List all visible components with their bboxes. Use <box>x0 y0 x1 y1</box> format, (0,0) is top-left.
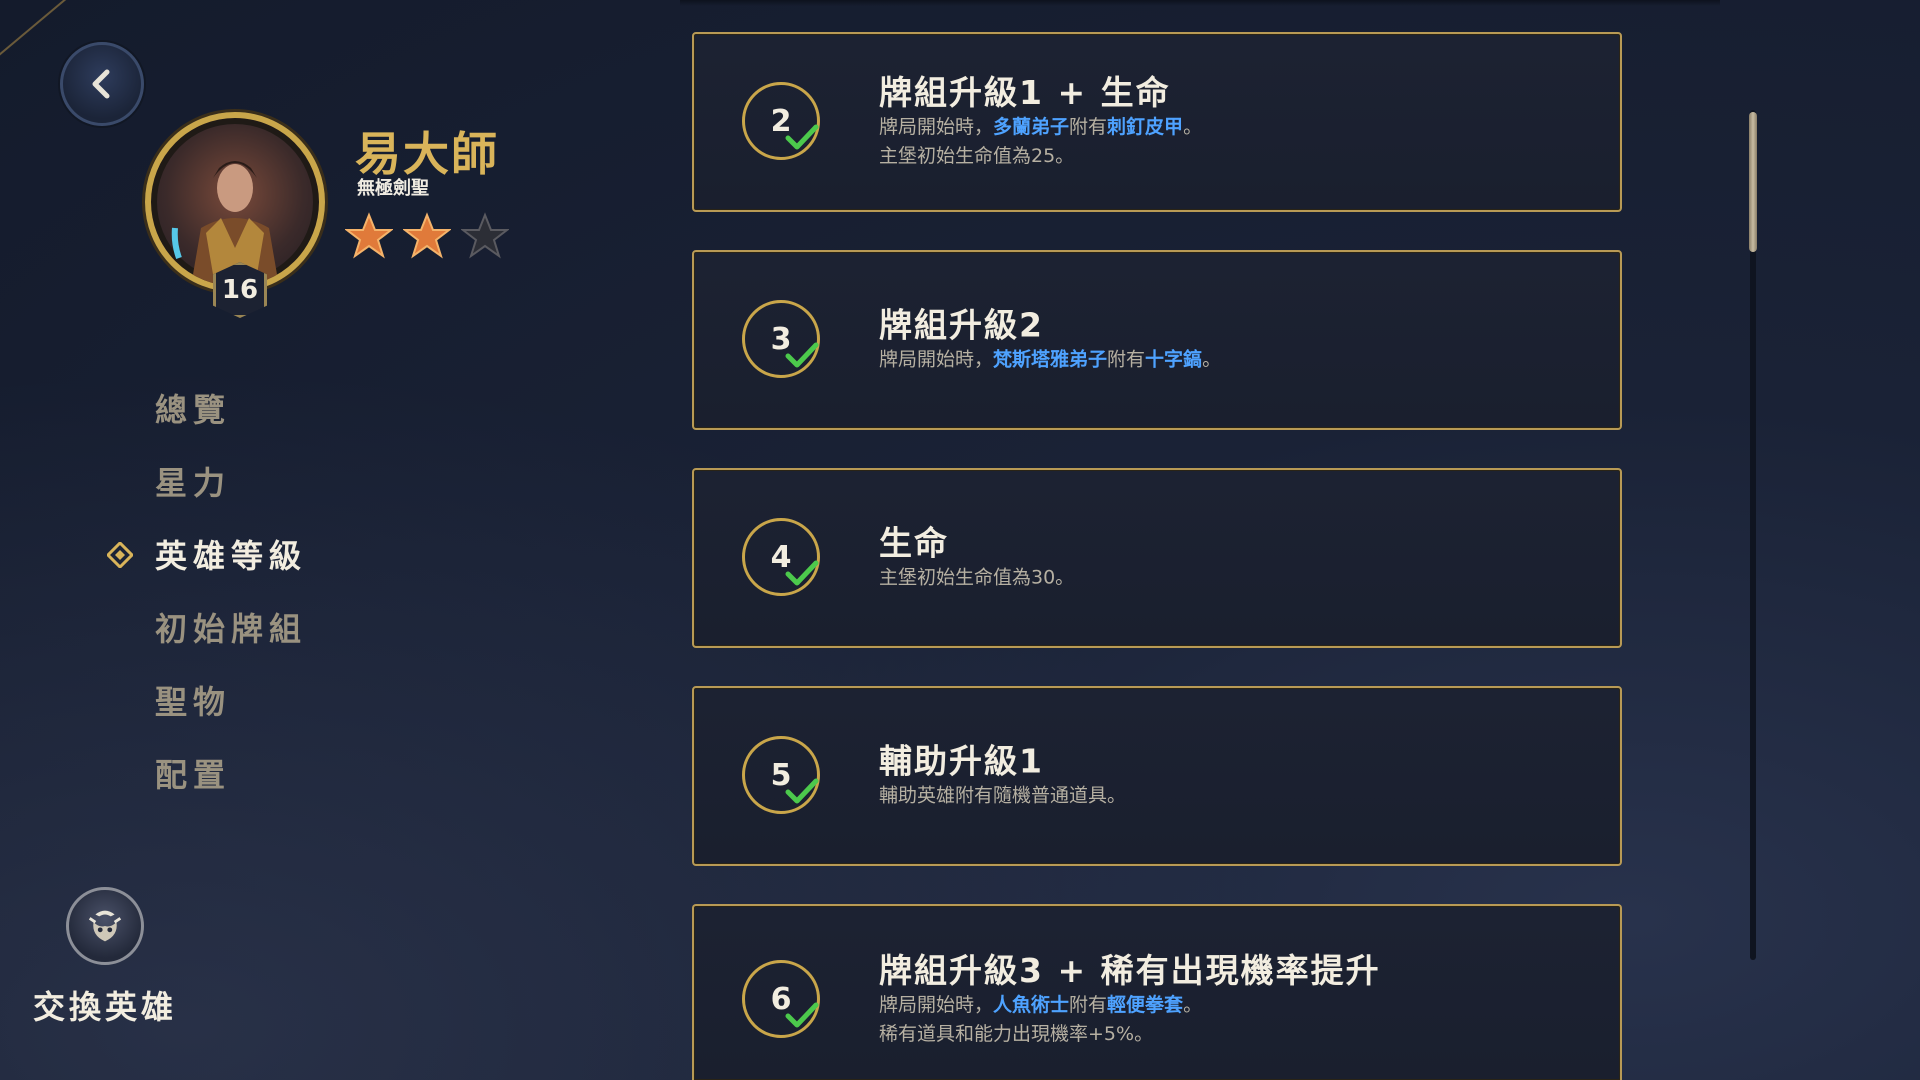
nav-item-label: 聖物 <box>155 683 232 721</box>
nav-item-label: 初始牌組 <box>155 610 308 648</box>
star-filled-icon <box>403 212 451 259</box>
back-button[interactable] <box>60 42 144 126</box>
star-filled-icon <box>345 212 393 259</box>
nav-item-hero-level[interactable]: 英雄等級 <box>107 536 308 609</box>
nav-item-label: 星力 <box>155 464 232 502</box>
reward-description: 牌局開始時，梵斯塔雅弟子附有十字鎬。 <box>879 348 1222 371</box>
reward-title: 牌組升級2 <box>879 305 1044 345</box>
level-reward-card: 3 牌組升級2 牌局開始時，梵斯塔雅弟子附有十字鎬。 <box>692 250 1622 430</box>
star-rating <box>345 212 509 260</box>
nav-item-label: 配置 <box>155 756 232 794</box>
hero-portrait-art <box>171 161 279 286</box>
reward-description-2: 主堡初始生命值為25。 <box>879 145 1075 167</box>
level-reward-card: 2 牌組升級1 + 生命 牌局開始時，多蘭弟子附有刺釘皮甲。 主堡初始生命值為2… <box>692 32 1622 212</box>
keyword-link[interactable]: 刺釘皮甲 <box>1107 116 1183 138</box>
keyword-link[interactable]: 梵斯塔雅弟子 <box>993 349 1107 371</box>
checkmark-icon <box>785 342 819 368</box>
top-frame-shadow <box>680 0 1720 6</box>
level-reward-card: 6 牌組升級3 + 稀有出現機率提升 牌局開始時，人魚術士附有輕便拳套。 稀有道… <box>692 904 1622 1080</box>
checkmark-icon <box>785 124 819 150</box>
reward-description: 牌局開始時，多蘭弟子附有刺釘皮甲。 <box>879 116 1203 138</box>
hero-subtitle: 無極劍聖 <box>357 178 429 199</box>
nav-item-loadout[interactable]: 配置 <box>155 755 307 828</box>
swap-hero-icon <box>88 910 122 942</box>
keyword-link[interactable]: 人魚術士 <box>993 994 1069 1016</box>
reward-title: 牌組升級3 + 稀有出現機率提升 <box>879 951 1381 990</box>
swap-hero-button[interactable] <box>66 887 144 965</box>
reward-title: 牌組升級1 + 生命 <box>879 73 1171 112</box>
level-reward-card: 5 輔助升級1 輔助英雄附有隨機普通道具。 <box>692 686 1622 866</box>
diamond-marker-icon <box>107 542 133 568</box>
reward-description-2: 稀有道具和能力出現機率+5%。 <box>879 1023 1154 1045</box>
reward-description: 牌局開始時，人魚術士附有輕便拳套。 <box>879 994 1203 1016</box>
reward-description: 主堡初始生命值為30。 <box>879 566 1075 589</box>
star-empty-icon <box>461 212 509 259</box>
keyword-link[interactable]: 十字鎬 <box>1145 349 1202 371</box>
keyword-link[interactable]: 多蘭弟子 <box>993 116 1069 138</box>
scrollbar-thumb[interactable] <box>1749 112 1757 252</box>
nav-item-label: 英雄等級 <box>155 537 308 575</box>
level-reward-card: 4 生命 主堡初始生命值為30。 <box>692 468 1622 648</box>
nav-item-overview[interactable]: 總覽 <box>155 390 307 463</box>
hero-portrait: 16 <box>145 112 335 318</box>
checkmark-icon <box>785 1002 819 1028</box>
keyword-link[interactable]: 輕便拳套 <box>1107 994 1183 1016</box>
chevron-left-icon <box>92 69 110 99</box>
nav-item-label: 總覽 <box>155 391 232 429</box>
nav-item-relics[interactable]: 聖物 <box>155 682 307 755</box>
nav-item-starting-deck[interactable]: 初始牌組 <box>155 609 307 682</box>
reward-title: 輔助升級1 <box>879 741 1044 781</box>
swap-hero-label: 交換英雄 <box>33 988 178 1026</box>
checkmark-icon <box>785 560 819 586</box>
side-nav: 總覽 星力 英雄等級 初始牌組 聖物 配置 <box>107 390 308 828</box>
checkmark-icon <box>785 778 819 804</box>
reward-description: 輔助英雄附有隨機普通道具。 <box>879 784 1127 807</box>
reward-title: 生命 <box>879 523 949 563</box>
nav-item-star-power[interactable]: 星力 <box>155 463 307 536</box>
